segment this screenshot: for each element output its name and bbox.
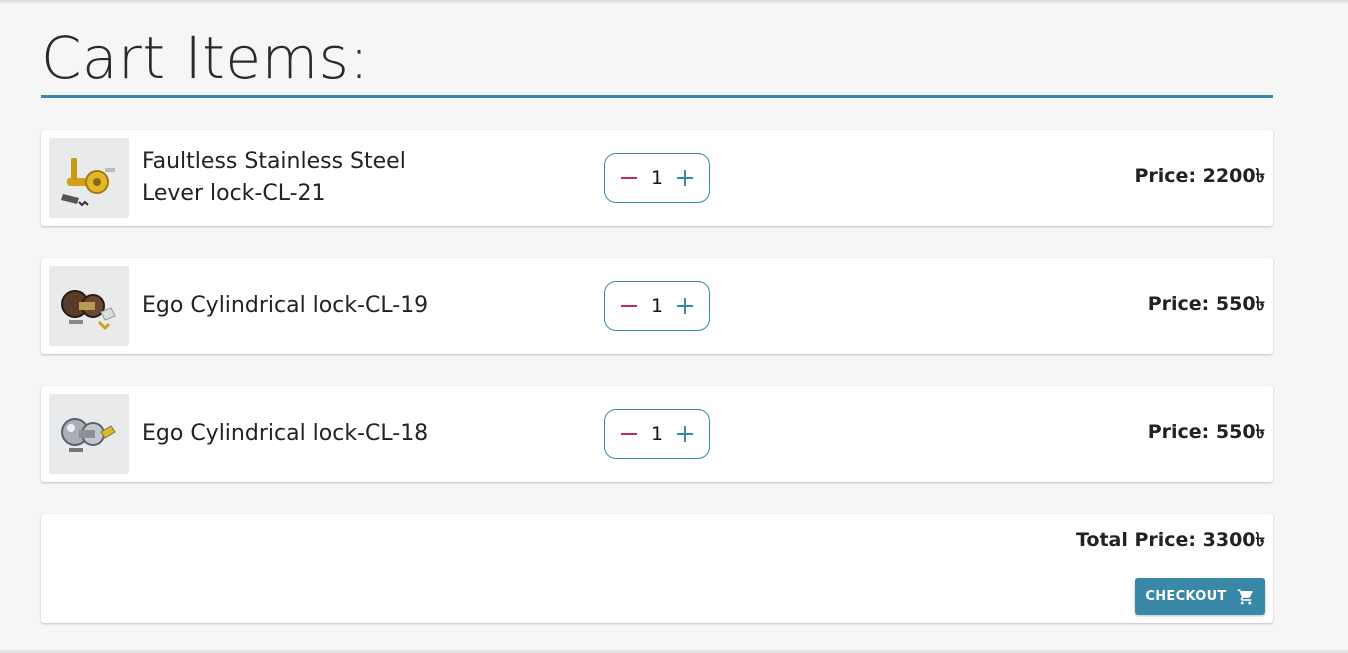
increase-quantity-button[interactable] xyxy=(673,294,697,318)
decrease-quantity-button[interactable] xyxy=(617,294,641,318)
quantity-stepper: 1 xyxy=(604,281,710,331)
product-name[interactable]: Faultless Stainless Steel Lever lock-CL-… xyxy=(142,130,442,226)
product-name[interactable]: Ego Cylindrical lock-CL-18 xyxy=(142,386,442,482)
quantity-stepper: 1 xyxy=(604,409,710,459)
plus-icon xyxy=(677,426,693,442)
cart-item: Ego Cylindrical lock-CL-18 1 Price: 550৳ xyxy=(41,386,1273,482)
decrease-quantity-button[interactable] xyxy=(617,422,641,446)
product-image[interactable] xyxy=(49,394,129,474)
cart-item: Faultless Stainless Steel Lever lock-CL-… xyxy=(41,130,1273,226)
checkout-label: CHECKOUT xyxy=(1145,589,1227,604)
page-title: Cart Items: xyxy=(41,24,370,92)
minus-icon xyxy=(621,177,637,179)
product-image[interactable] xyxy=(49,138,129,218)
quantity-value: 1 xyxy=(650,423,664,445)
increase-quantity-button[interactable] xyxy=(673,422,697,446)
minus-icon xyxy=(621,433,637,435)
plus-icon xyxy=(677,298,693,314)
total-price: Total Price: 3300৳ xyxy=(1075,529,1265,551)
item-price: Price: 550৳ xyxy=(1147,421,1265,443)
increase-quantity-button[interactable] xyxy=(673,166,697,190)
product-image[interactable] xyxy=(49,266,129,346)
product-name[interactable]: Ego Cylindrical lock-CL-19 xyxy=(142,258,442,354)
quantity-value: 1 xyxy=(650,167,664,189)
minus-icon xyxy=(621,305,637,307)
quantity-value: 1 xyxy=(650,295,664,317)
top-shadow xyxy=(0,0,1348,4)
plus-icon xyxy=(677,170,693,186)
title-divider xyxy=(41,95,1273,98)
decrease-quantity-button[interactable] xyxy=(617,166,641,190)
item-price: Price: 2200৳ xyxy=(1134,165,1265,187)
gold-lever-lock-icon xyxy=(49,138,129,218)
item-price: Price: 550৳ xyxy=(1147,293,1265,315)
quantity-stepper: 1 xyxy=(604,153,710,203)
checkout-button[interactable]: CHECKOUT xyxy=(1135,578,1265,615)
cylindrical-lock-icon xyxy=(49,394,129,474)
cart-summary: Total Price: 3300৳ CHECKOUT xyxy=(41,514,1273,623)
cart-item: Ego Cylindrical lock-CL-19 1 Price: 550৳ xyxy=(41,258,1273,354)
cylindrical-lock-icon xyxy=(49,266,129,346)
cart-icon xyxy=(1237,589,1253,604)
